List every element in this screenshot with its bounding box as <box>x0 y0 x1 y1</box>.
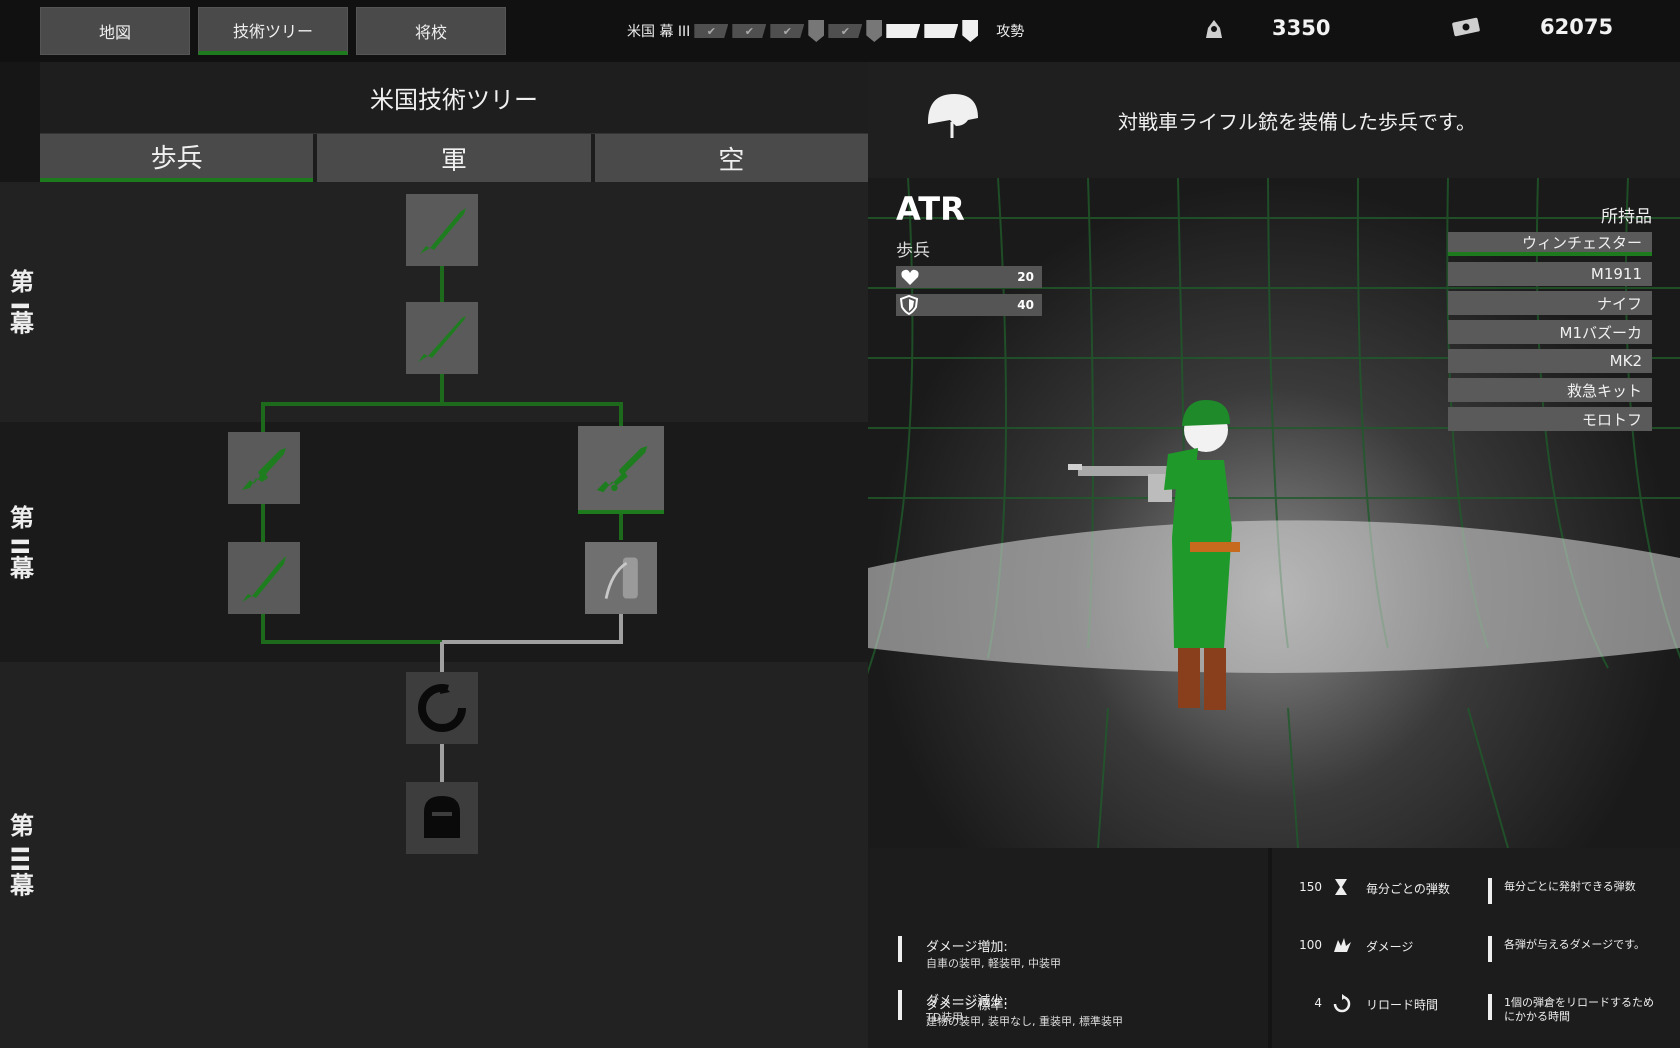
armor-bar: 40 <box>896 294 1042 316</box>
reload-value: 4 <box>1314 996 1322 1010</box>
reload-explain: 1個の弾倉をリロードするためにかかる時間 <box>1504 996 1654 1023</box>
tree-connectors <box>261 264 623 782</box>
resource-command-points: 3350 <box>1200 14 1330 42</box>
stat-separator <box>1488 878 1492 904</box>
stat-separator <box>1488 936 1492 962</box>
rate-of-fire-label: 毎分ごとの弾数 <box>1366 882 1450 896</box>
reload-icon <box>1333 994 1351 1013</box>
flamethrower-icon <box>604 557 638 599</box>
money-value: 62075 <box>1540 15 1614 39</box>
tech-node-rifle-2[interactable] <box>406 302 478 374</box>
heart-icon <box>901 269 919 285</box>
unit-preview-stage: ATR 歩兵 20 40 所持品 ウィンチェスター M1911 ナイフ M1バズ… <box>868 178 1680 848</box>
rifle-icon <box>418 316 466 362</box>
inventory-title: 所持品 <box>1601 207 1652 227</box>
damage-explain: 各弾が与えるダメージです。 <box>1504 938 1646 951</box>
stat-damage: 100 ダメージ 各弾が与えるダメージです。 <box>1280 936 1680 966</box>
tech-node-rifle[interactable] <box>406 194 478 266</box>
progress-segment <box>886 24 921 38</box>
damage-increase-title: ダメージ増加: <box>926 940 1008 955</box>
health-bar: 20 <box>896 266 1042 288</box>
tech-node-carbine[interactable] <box>228 542 300 614</box>
inventory-item-molotov[interactable]: モロトフ <box>1448 407 1652 431</box>
damage-value: 100 <box>1299 938 1322 952</box>
campaign-end-label: 攻勢 <box>996 24 1025 40</box>
progress-shield-icon <box>866 20 883 42</box>
anti-tank-rifle-icon <box>596 446 648 493</box>
tech-node-upgrade[interactable] <box>406 672 478 744</box>
shield-icon <box>900 295 918 315</box>
rate-of-fire-value: 150 <box>1299 880 1322 894</box>
inventory-item-medkit[interactable]: 救急キット <box>1448 378 1652 402</box>
inventory-item-m1911[interactable]: M1911 <box>1448 262 1652 286</box>
damage-decrease: ダメージ減少: TD装甲 <box>898 990 1008 1024</box>
hourglass-icon <box>1335 879 1347 895</box>
stat-separator <box>1488 994 1492 1020</box>
health-value: 20 <box>1017 270 1034 284</box>
stat-rate-of-fire: 150 毎分ごとの弾数 毎分ごとに発射できる弾数 <box>1280 878 1680 908</box>
stat-reload: 4 リロード時間 1個の弾倉をリロードするためにかかる時間 <box>1280 994 1680 1024</box>
tech-node-armor[interactable] <box>406 782 478 854</box>
helmet-armor-icon <box>424 796 460 838</box>
unit-description-header: 対戦車ライフル銃を装備した歩兵です。 <box>868 62 1680 178</box>
command-points-value: 3350 <box>1272 16 1331 40</box>
infantry-helmet-icon <box>928 94 978 138</box>
reload-label: リロード時間 <box>1366 998 1439 1012</box>
info-divider <box>1268 848 1272 1048</box>
tech-node-atr-selected[interactable] <box>578 426 664 514</box>
carbine-icon <box>242 556 286 602</box>
damage-decrease-list: TD装甲 <box>926 1011 964 1024</box>
tech-node-flamethrower[interactable] <box>585 542 657 614</box>
unit-name: ATR <box>896 190 965 228</box>
damage-label: ダメージ <box>1366 940 1414 954</box>
resource-money: 62075 <box>1450 14 1613 40</box>
damage-increase-list: 自車の装甲, 軽装甲, 中装甲 <box>926 957 1061 970</box>
reload-upgrade-icon <box>418 684 466 732</box>
money-icon <box>1452 17 1480 37</box>
damage-increase: ダメージ増加: 自車の装甲, 軽装甲, 中装甲 <box>898 936 1061 970</box>
inventory-item-bazooka[interactable]: M1バズーカ <box>1448 320 1652 344</box>
damage-decrease-title: ダメージ減少: <box>926 994 1008 1009</box>
game-screen: 地図 技術ツリー 将校 米国 幕 III ✔ ✔ ✔ ✔ 攻勢 3350 620… <box>0 0 1680 1048</box>
armor-value: 40 <box>1017 298 1034 312</box>
tech-node-smg[interactable] <box>228 432 300 504</box>
inventory-item-mk2[interactable]: MK2 <box>1448 349 1652 373</box>
inventory-item-knife[interactable]: ナイフ <box>1448 291 1652 315</box>
rifle-icon <box>420 208 466 254</box>
progress-shield-icon <box>962 20 979 42</box>
unit-type: 歩兵 <box>896 241 930 261</box>
progress-segment <box>924 24 959 38</box>
submachine-gun-icon <box>242 448 286 490</box>
unit-description: 対戦車ライフル銃を装備した歩兵です。 <box>1118 110 1476 134</box>
command-point-icon <box>1206 20 1222 38</box>
inventory-item-winchester[interactable]: ウィンチェスター <box>1448 232 1652 256</box>
rate-of-fire-explain: 毎分ごとに発射できる弾数 <box>1504 880 1636 893</box>
damage-burst-icon <box>1334 938 1351 952</box>
